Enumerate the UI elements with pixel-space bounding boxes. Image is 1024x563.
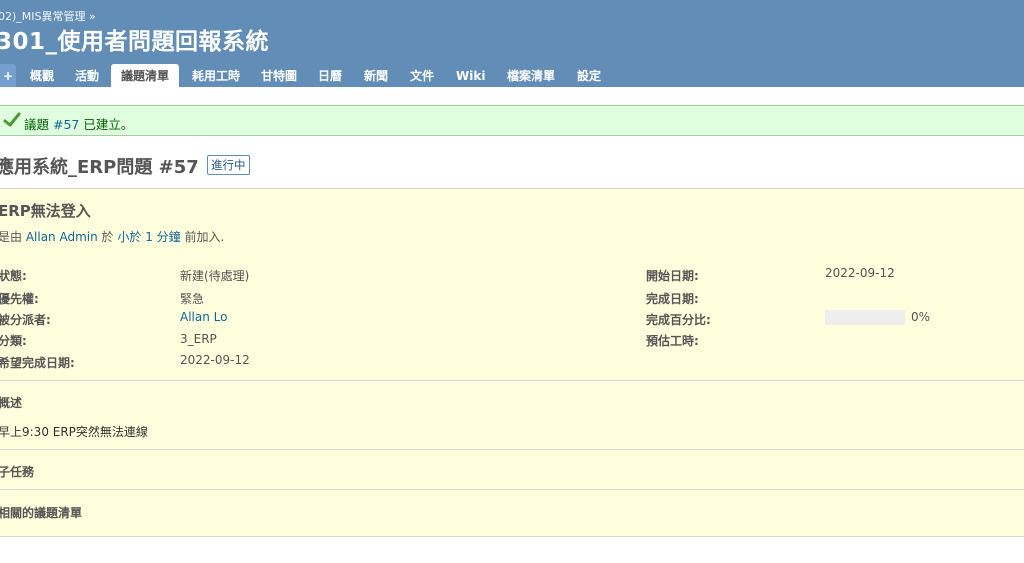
time-link[interactable]: 小於 1 分鐘 (117, 230, 180, 244)
priority-value: 緊急 (180, 292, 205, 306)
flash-notice: 議題 #57 已建立。 (0, 105, 1024, 136)
due-date-label: 希望完成日期: (0, 356, 75, 370)
status-label: 狀態: (0, 269, 27, 283)
due-date-value: 2022-09-12 (180, 353, 250, 367)
header: 02)_MIS異常管理 » 301_使用者問題回報系統 + 概觀 活動 議題清單… (0, 0, 1024, 87)
issue-subject: ERP無法登入 (0, 202, 91, 220)
tab-wiki[interactable]: Wiki (446, 64, 495, 87)
tab-time-entries[interactable]: 耗用工時 (182, 64, 250, 87)
category-label: 分類: (0, 334, 27, 348)
tab-news[interactable]: 新聞 (354, 64, 398, 87)
new-object-button[interactable]: + (0, 64, 17, 87)
divider (0, 380, 1024, 381)
start-date-label: 開始日期: (646, 269, 699, 283)
relations-title: 相關的議題清單 (0, 506, 83, 520)
tab-activity[interactable]: 活動 (65, 64, 109, 87)
tab-documents[interactable]: 文件 (400, 64, 444, 87)
category-value: 3_ERP (180, 332, 217, 346)
tab-calendar[interactable]: 日曆 (308, 64, 352, 87)
author-link[interactable]: Allan Admin (26, 230, 98, 244)
status-badge: 進行中 (207, 155, 250, 175)
tab-settings[interactable]: 設定 (567, 64, 611, 87)
tab-files[interactable]: 檔案清單 (497, 64, 565, 87)
assignee-label: 被分派者: (0, 313, 51, 327)
flash-message: 議題 #57 已建立。 (24, 117, 134, 132)
assignee-link[interactable]: Allan Lo (180, 310, 227, 324)
done-ratio-label: 完成百分比: (646, 313, 711, 327)
issue-link[interactable]: #57 (53, 117, 79, 132)
checkmark-icon (3, 112, 21, 127)
divider (0, 449, 1024, 450)
status-value: 新建(待處理) (180, 269, 250, 283)
estimated-hours-label: 預估工時: (646, 334, 699, 348)
tab-gantt[interactable]: 甘特圖 (251, 64, 307, 87)
priority-label: 優先權: (0, 292, 39, 306)
finish-date-label: 完成日期: (646, 292, 699, 306)
subtasks-title: 子任務 (0, 465, 35, 479)
main-menu: + 概觀 活動 議題清單 耗用工時 甘特圖 日曆 新聞 文件 Wiki 檔案清單… (0, 64, 1024, 87)
issue-details: ERP無法登入 是由 Allan Admin 於 小於 1 分鐘 前加入. 狀態… (0, 188, 1024, 537)
tab-overview[interactable]: 概觀 (20, 64, 64, 87)
divider (0, 489, 1024, 490)
description-title: 概述 (0, 396, 23, 410)
assignee-value: Allan Lo (180, 310, 227, 324)
issue-heading: 應用系統_ERP問題 #57 (0, 157, 199, 178)
done-ratio-value: 0% (911, 310, 931, 324)
description-text: 早上9:30 ERP突然無法連線 (0, 425, 148, 439)
progress-bar (825, 310, 905, 325)
project-title: 301_使用者問題回報系統 (0, 29, 270, 55)
issue-author-line: 是由 Allan Admin 於 小於 1 分鐘 前加入. (0, 230, 225, 244)
start-date-value: 2022-09-12 (825, 266, 895, 280)
tab-issues[interactable]: 議題清單 (111, 64, 179, 87)
